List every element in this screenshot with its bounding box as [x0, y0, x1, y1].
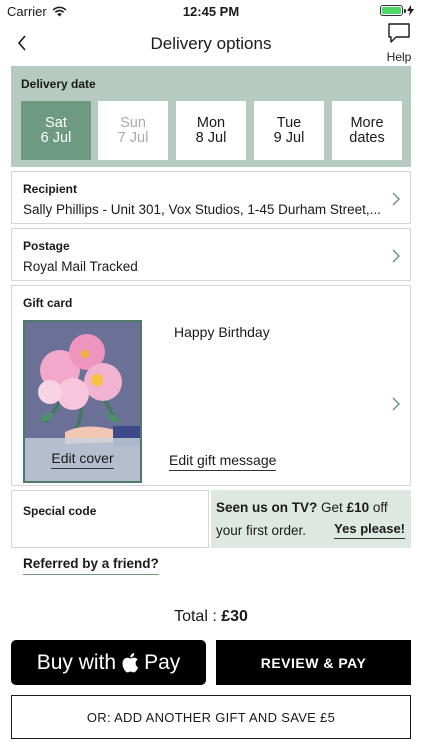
edit-cover-button[interactable]: Edit cover [51, 450, 114, 469]
postage-value: Royal Mail Tracked [23, 259, 138, 274]
date-day: Sun [120, 114, 146, 131]
date-option-tue[interactable]: Tue 9 Jul [254, 101, 324, 160]
add-another-gift-button[interactable]: OR: ADD ANOTHER GIFT AND SAVE £5 [11, 695, 411, 739]
chevron-right-icon [392, 249, 401, 263]
promo-amount: £10 [346, 500, 370, 515]
recipient-title: Recipient [23, 182, 78, 196]
clock: 12:45 PM [182, 4, 240, 19]
date-option-mon[interactable]: Mon 8 Jul [176, 101, 246, 160]
navigation-bar: Delivery options Help [0, 22, 422, 64]
date-date: dates [349, 129, 385, 146]
delivery-date-title: Delivery date [21, 77, 96, 91]
special-code-field[interactable]: Special code [11, 490, 209, 548]
date-day: Sat [45, 114, 67, 131]
delivery-date-section: Delivery date Sat 6 Jul Sun 7 Jul Mon 8 … [11, 66, 411, 167]
help-label: Help [386, 50, 412, 64]
postage-row[interactable]: Postage Royal Mail Tracked [11, 228, 411, 281]
yes-please-button[interactable]: Yes please! [334, 520, 405, 539]
date-day: More [350, 114, 384, 131]
postage-title: Postage [23, 239, 70, 253]
charging-bolt-icon [407, 5, 414, 16]
date-date: 9 Jul [273, 129, 305, 146]
chat-bubble-icon [388, 23, 410, 43]
date-option-more[interactable]: More dates [332, 101, 402, 160]
total-label: Total : [174, 608, 217, 625]
referred-by-friend-link[interactable]: Referred by a friend? [23, 556, 159, 575]
promo-headline: Seen us on TV? [216, 500, 318, 515]
date-date: 6 Jul [40, 129, 72, 146]
battery-icon [380, 5, 414, 16]
date-date: 8 Jul [195, 129, 227, 146]
date-option-sun: Sun 7 Jul [98, 101, 168, 160]
apple-logo-icon [122, 653, 139, 673]
apple-pay-word: Pay [144, 650, 181, 674]
recipient-value: Sally Phillips - Unit 301, Vox Studios, … [23, 202, 381, 217]
tv-promo-banner: Seen us on TV? Get £10 off your first or… [211, 490, 411, 548]
page-title: Delivery options [150, 34, 272, 53]
total-amount: £30 [221, 608, 248, 625]
chevron-right-icon[interactable] [391, 396, 401, 412]
date-option-sat[interactable]: Sat 6 Jul [21, 101, 91, 160]
date-day: Mon [196, 114, 226, 131]
review-and-pay-button[interactable]: REVIEW & PAY [216, 640, 411, 685]
apple-pay-prefix: Buy with [36, 650, 117, 674]
chevron-right-icon [392, 192, 401, 206]
help-button[interactable]: Help [386, 22, 412, 64]
gift-card-row: Gift card Edit cover Happy Birthday Edit… [11, 285, 411, 486]
date-date: 7 Jul [117, 129, 149, 146]
special-code-label: Special code [23, 504, 97, 518]
edit-gift-message-button[interactable]: Edit gift message [169, 452, 277, 471]
recipient-row[interactable]: Recipient Sally Phillips - Unit 301, Vox… [11, 171, 411, 224]
gift-card-title: Gift card [23, 296, 73, 310]
edit-cover-overlay: Edit cover [25, 438, 140, 481]
order-total: Total : £30 [0, 608, 422, 626]
gift-card-cover[interactable]: Edit cover [23, 320, 142, 483]
promo-get: Get [321, 500, 343, 515]
apple-pay-button[interactable]: Buy with Pay [11, 640, 206, 685]
status-bar: Carrier 12:45 PM [0, 0, 422, 22]
gift-message-text: Happy Birthday [174, 324, 270, 340]
date-day: Tue [276, 114, 302, 131]
